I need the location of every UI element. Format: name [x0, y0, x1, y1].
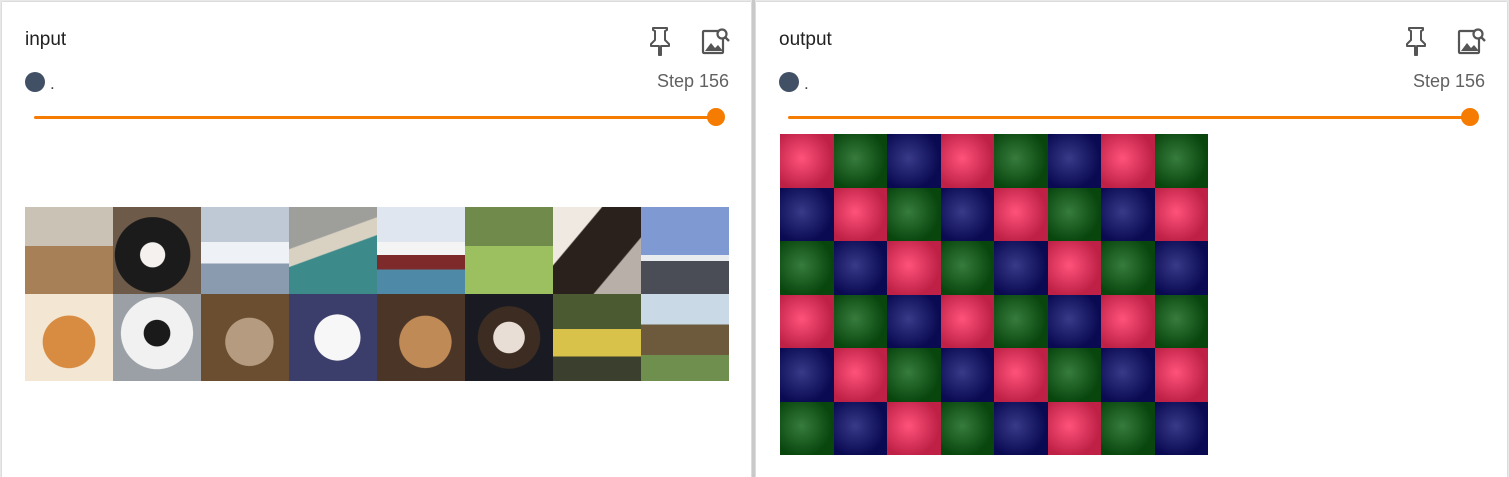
panel-divider [752, 0, 755, 477]
output-image-tile [940, 294, 994, 348]
output-image-tile [1154, 294, 1208, 348]
output-image-tile [887, 134, 941, 188]
output-image-tile [1101, 294, 1155, 348]
input-image-tile [553, 294, 641, 381]
output-image-tile [1101, 348, 1155, 402]
output-image-tile [994, 348, 1048, 402]
pin-icon[interactable] [1401, 24, 1431, 58]
output-image-tile [994, 241, 1048, 295]
step-label: Step 156 [656, 71, 729, 91]
output-image-tile [887, 401, 941, 455]
output-image-tile [940, 348, 994, 402]
input-image-tile [113, 294, 201, 381]
output-image-tile [833, 187, 887, 241]
input-image-tile [201, 207, 289, 294]
input-image-card: input . Step 156 [2, 2, 751, 477]
output-image-tile [887, 348, 941, 402]
output-image-card: output . Step 156 [756, 2, 1507, 477]
output-image-tile [833, 401, 887, 455]
output-image-tile [833, 241, 887, 295]
input-image-tile [377, 294, 465, 381]
output-image-tile [833, 134, 887, 188]
card-actions [1401, 24, 1487, 58]
slider-thumb[interactable] [707, 108, 725, 126]
input-image-grid [25, 207, 729, 381]
output-image-tile [780, 187, 834, 241]
output-image-tile [833, 294, 887, 348]
step-slider[interactable] [34, 105, 725, 129]
slider-thumb[interactable] [1461, 108, 1479, 126]
run-name: . [50, 74, 55, 93]
output-image-tile [887, 241, 941, 295]
card-actions [645, 24, 731, 58]
input-image-tile [25, 294, 113, 381]
output-image-tile [1154, 241, 1208, 295]
input-image-tile [641, 294, 729, 381]
output-image-tile [994, 187, 1048, 241]
slider-track [34, 116, 716, 119]
output-image-tile [940, 187, 994, 241]
output-image-tile [780, 401, 834, 455]
output-image-tile [940, 401, 994, 455]
input-image-tile [641, 207, 729, 294]
input-image-tile [113, 207, 201, 294]
output-image-tile [887, 187, 941, 241]
output-image-tile [1154, 134, 1208, 188]
output-image-tile [780, 348, 834, 402]
output-image-tile [1101, 134, 1155, 188]
output-image-grid [780, 134, 1208, 455]
output-image-tile [1101, 401, 1155, 455]
output-image-tile [1101, 187, 1155, 241]
card-title: output [779, 29, 832, 50]
output-image-tile [994, 134, 1048, 188]
output-image-tile [940, 134, 994, 188]
output-image-tile [1047, 348, 1101, 402]
input-image-tile [25, 207, 113, 294]
output-image-tile [1154, 401, 1208, 455]
output-image-tile [994, 401, 1048, 455]
output-image-tile [1154, 348, 1208, 402]
output-image-tile [780, 241, 834, 295]
run-color-dot [779, 72, 799, 92]
run-color-dot [25, 72, 45, 92]
output-image-tile [1047, 401, 1101, 455]
run-indicator: . [25, 70, 55, 94]
output-image-tile [1154, 187, 1208, 241]
input-image-tile [289, 207, 377, 294]
run-indicator: . [779, 70, 809, 94]
step-label: Step 156 [1412, 71, 1485, 91]
output-image-tile [940, 241, 994, 295]
input-image-tile [377, 207, 465, 294]
image-search-icon[interactable] [1457, 24, 1487, 58]
output-image-tile [1047, 294, 1101, 348]
input-image-tile [465, 207, 553, 294]
input-image-tile [289, 294, 377, 381]
input-image-tile [201, 294, 289, 381]
card-title: input [25, 29, 67, 50]
output-image-tile [780, 134, 834, 188]
pin-icon[interactable] [645, 24, 675, 58]
output-image-tile [1047, 134, 1101, 188]
run-name: . [804, 74, 809, 93]
output-image-tile [780, 294, 834, 348]
image-search-icon[interactable] [701, 24, 731, 58]
output-image-tile [833, 348, 887, 402]
output-image-tile [994, 294, 1048, 348]
output-image-tile [1047, 187, 1101, 241]
input-image-tile [465, 294, 553, 381]
input-image-tile [553, 207, 641, 294]
slider-track [788, 116, 1470, 119]
output-image-tile [1047, 241, 1101, 295]
step-slider[interactable] [788, 105, 1479, 129]
output-image-tile [1101, 241, 1155, 295]
output-image-tile [887, 294, 941, 348]
